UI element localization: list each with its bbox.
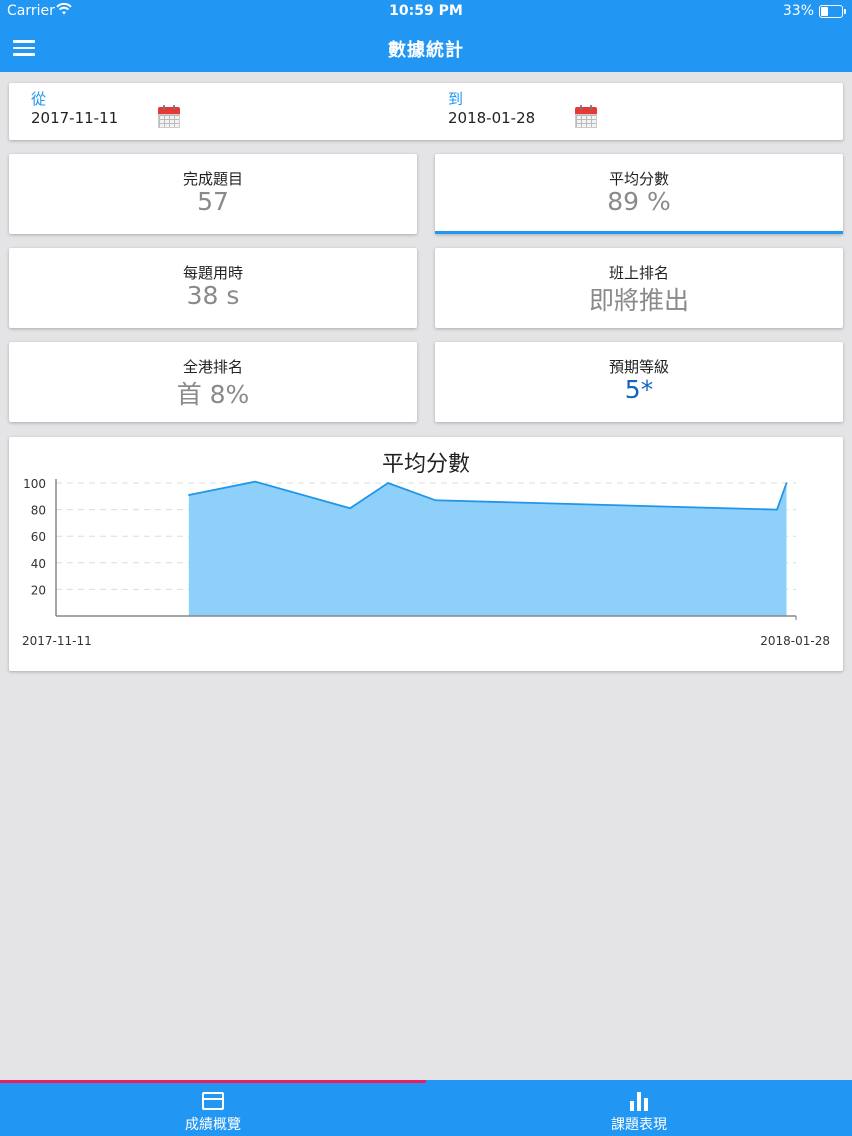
stat-value: 即將推出 <box>588 286 689 315</box>
data-point <box>254 480 257 483</box>
stat-value: 89 % <box>607 187 671 216</box>
stat-label: 全港排名 <box>182 358 243 376</box>
stat-card-expected-grade[interactable]: 預期等級 5* <box>435 342 843 422</box>
data-point <box>434 499 437 502</box>
data-point <box>387 482 389 484</box>
from-label: 從 <box>31 90 47 108</box>
average-score-chart: 20 40 60 80 100 2017-11-11 2018-01-28 平均分數 <box>9 437 843 671</box>
stat-value: 38 s <box>186 281 240 310</box>
stat-value: 57 <box>197 187 229 216</box>
data-point <box>188 494 190 496</box>
stat-card-class-rank[interactable]: 班上排名 即將推出 <box>435 248 843 328</box>
battery-icon <box>819 5 846 18</box>
from-date-field[interactable]: 2017-11-11 <box>31 109 118 127</box>
navigation-bar: 數據統計 <box>0 24 852 72</box>
status-bar: Carrier 10:59 PM 33% <box>0 0 852 24</box>
stat-value: 5* <box>624 375 654 404</box>
chart-title: 平均分數 <box>381 452 470 477</box>
tab-overview[interactable]: 成績概覽 <box>0 1080 426 1136</box>
stat-value: 首 8% <box>176 380 250 409</box>
y-tick-label: 80 <box>31 504 46 518</box>
data-point <box>349 507 351 510</box>
stat-card-hk-rank[interactable]: 全港排名 首 8% <box>9 342 417 422</box>
y-tick-label: 20 <box>31 583 46 597</box>
overview-icon <box>202 1092 224 1110</box>
tab-label: 成績概覽 <box>185 1117 241 1133</box>
date-range-card: 從 2017-11-11 到 2018-01-28 <box>9 83 843 140</box>
to-calendar-icon[interactable] <box>575 105 597 129</box>
from-calendar-icon[interactable] <box>158 105 180 129</box>
tab-label: 課題表現 <box>611 1117 667 1133</box>
stat-label: 平均分數 <box>608 170 669 188</box>
data-point <box>785 482 788 484</box>
data-point <box>776 508 778 511</box>
stat-card-average-score[interactable]: 平均分數 89 % <box>435 154 843 234</box>
top-bar: Carrier 10:59 PM 33% 數據統計 <box>0 0 852 72</box>
tab-topic-performance[interactable]: 課題表現 <box>426 1080 852 1136</box>
to-date-field[interactable]: 2018-01-28 <box>448 109 535 127</box>
bottom-tab-bar: 成績概覽 課題表現 <box>0 1080 852 1136</box>
page-title: 數據統計 <box>388 40 464 61</box>
x-start-label: 2017-11-11 <box>22 634 92 648</box>
battery-percentage: 33% <box>782 3 814 19</box>
stat-label: 預期等級 <box>608 358 669 376</box>
status-time: 10:59 PM <box>389 3 463 19</box>
stat-label: 每題用時 <box>182 264 243 282</box>
stat-label: 完成題目 <box>182 170 243 188</box>
x-end-label: 2018-01-28 <box>760 634 830 648</box>
stat-card-time-per-question[interactable]: 每題用時 38 s <box>9 248 417 328</box>
bar-chart-icon <box>629 1091 649 1111</box>
y-tick-label: 40 <box>31 557 46 571</box>
stat-label: 班上排名 <box>608 264 669 282</box>
stat-card-completed-questions[interactable]: 完成題目 57 <box>9 154 417 234</box>
y-tick-label: 100 <box>23 477 46 491</box>
y-tick-label: 60 <box>31 530 46 544</box>
to-label: 到 <box>448 90 464 108</box>
selected-indicator <box>435 231 843 234</box>
